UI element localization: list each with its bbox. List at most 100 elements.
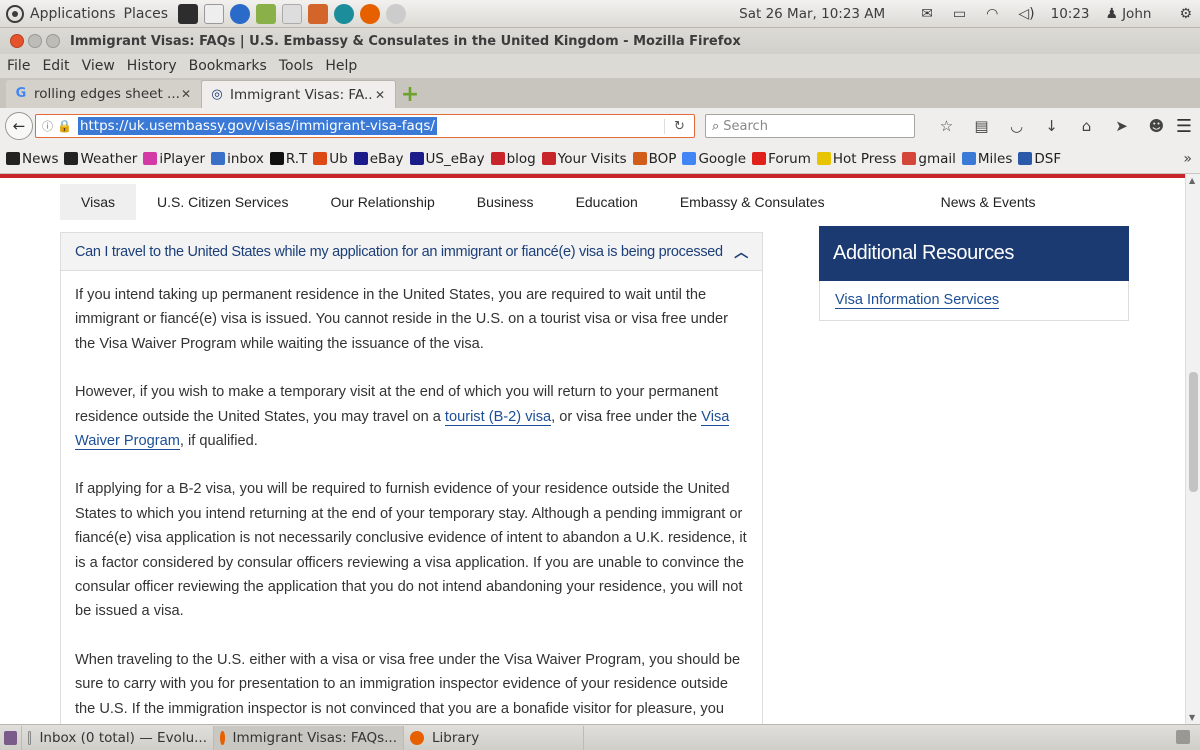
mi-icon[interactable]: [282, 3, 303, 24]
home-icon[interactable]: ⌂: [1069, 117, 1104, 135]
tab-rolling-edges[interactable]: G rolling edges sheet ... ✕: [6, 80, 201, 108]
bookmark-dsf[interactable]: DSF: [1018, 151, 1061, 167]
bop-icon: [632, 152, 647, 165]
send-icon[interactable]: ➤: [1104, 117, 1139, 135]
google-icon: [682, 152, 697, 165]
mail-icon[interactable]: [386, 3, 407, 24]
bottom-taskbar: Inbox (0 total) — Evolu... Immigrant Vis…: [0, 724, 1200, 750]
date-clock[interactable]: Sat 26 Mar, 10:23 AM: [739, 6, 885, 22]
menu-edit[interactable]: Edit: [42, 58, 74, 74]
bookmark-weather[interactable]: Weather: [64, 151, 137, 167]
trash-icon[interactable]: [1176, 730, 1190, 744]
new-tab-plus-icon[interactable]: +: [396, 80, 424, 108]
site-nav-visas[interactable]: Visas: [60, 184, 136, 220]
reload-icon[interactable]: ↻: [664, 118, 694, 134]
bookmark-gmail[interactable]: gmail: [902, 151, 956, 167]
bookmark-blog[interactable]: blog: [490, 151, 536, 167]
visa-information-services-link[interactable]: Visa Information Services: [835, 292, 1000, 309]
volume-icon[interactable]: ◁): [1018, 6, 1034, 22]
scroll-up-arrow-icon[interactable]: ▲: [1189, 176, 1195, 185]
time-clock[interactable]: 10:23: [1051, 6, 1090, 22]
bookmark-us-ebay[interactable]: US_eBay: [409, 151, 485, 167]
bookmark-ebay[interactable]: eBay: [353, 151, 404, 167]
folder-icon[interactable]: [308, 3, 329, 24]
url-bar[interactable]: ⓘ 🔒 https://uk.usembassy.gov/visas/immig…: [35, 114, 695, 138]
site-nav-business[interactable]: Business: [456, 184, 555, 220]
faq-paragraph-2: However, if you wish to make a temporary…: [75, 380, 748, 453]
hamburger-menu-icon[interactable]: ☰: [1176, 116, 1192, 137]
applications-menu[interactable]: Applications: [30, 6, 116, 22]
bookmark-r-t[interactable]: R.T: [269, 151, 307, 167]
taskbar-item-library[interactable]: Library: [404, 725, 584, 750]
taskbar-item-firefox[interactable]: Immigrant Visas: FAQs...: [214, 725, 404, 750]
bookmark-label: Ub: [329, 150, 348, 167]
menu-bookmarks[interactable]: Bookmarks: [189, 58, 272, 74]
menu-tools[interactable]: Tools: [279, 58, 319, 74]
bookmark-news[interactable]: News: [6, 151, 58, 167]
mail-indicator-icon[interactable]: ✉: [921, 6, 933, 22]
window-close-icon[interactable]: [10, 34, 24, 48]
bookmark-forum[interactable]: Forum: [752, 151, 811, 167]
taskbar-item-inbox[interactable]: Inbox (0 total) — Evolu...: [22, 725, 214, 750]
faq-accordion-panel: Can I travel to the United States while …: [60, 232, 763, 724]
ubuntu-logo-icon[interactable]: [6, 4, 24, 23]
bookmark-your-visits[interactable]: Your Visits: [541, 151, 627, 167]
bookmark-label: Miles: [977, 150, 1013, 167]
back-arrow-icon[interactable]: ←: [5, 112, 33, 140]
bookmark-ub[interactable]: Ub: [313, 150, 348, 167]
taskbar-label: Library: [432, 729, 480, 746]
tool-icon[interactable]: [256, 3, 277, 24]
menu-file[interactable]: File: [7, 58, 35, 74]
firefox-icon[interactable]: [360, 3, 381, 24]
scrollbar-thumb[interactable]: [1189, 372, 1198, 492]
search-input[interactable]: ⌕ Search: [705, 114, 915, 138]
menu-help[interactable]: Help: [325, 58, 362, 74]
bookmarks-overflow-chevron-icon[interactable]: »: [1183, 151, 1192, 167]
gmail-icon: [902, 152, 917, 165]
user-name[interactable]: John: [1122, 6, 1151, 22]
show-desktop-button[interactable]: [0, 725, 22, 750]
power-gear-icon[interactable]: ⚙: [1179, 6, 1192, 22]
faq-question-header[interactable]: Can I travel to the United States while …: [61, 233, 762, 271]
bookmark-iplayer[interactable]: iPlayer: [143, 151, 205, 167]
arduino-icon[interactable]: [334, 3, 355, 24]
bookmark-inbox[interactable]: inbox: [211, 151, 264, 167]
globe-icon[interactable]: [230, 3, 251, 24]
battery-icon[interactable]: ▭: [953, 6, 966, 22]
site-nav-news-events[interactable]: News & Events: [920, 184, 1057, 220]
scroll-down-arrow-icon[interactable]: ▼: [1189, 713, 1195, 722]
url-text[interactable]: https://uk.usembassy.gov/visas/immigrant…: [77, 117, 437, 135]
site-nav-citizen-services[interactable]: U.S. Citizen Services: [136, 184, 309, 220]
faq-text: , if qualified.: [179, 433, 258, 450]
bookmark-hot-press[interactable]: Hot Press: [816, 151, 896, 167]
terminal-icon[interactable]: [178, 3, 199, 24]
site-info-icon[interactable]: ⓘ: [42, 118, 53, 134]
site-nav-embassy-consulates[interactable]: Embassy & Consulates: [659, 184, 846, 220]
reading-list-icon[interactable]: ▤: [964, 117, 999, 135]
page-scrollbar[interactable]: ▲ ▼: [1185, 174, 1200, 724]
bookmark-google[interactable]: Google: [682, 151, 746, 167]
pca-icon: [752, 152, 767, 165]
menu-history[interactable]: History: [127, 58, 182, 74]
bookmark-miles[interactable]: Miles: [961, 150, 1013, 167]
top-panel: Applications Places Sat 26 Mar, 10:23 AM…: [0, 0, 1200, 28]
tourist-visa-link[interactable]: tourist (B-2) visa: [444, 408, 552, 426]
pocket-icon[interactable]: ◡: [999, 117, 1034, 135]
text-editor-icon[interactable]: [204, 3, 225, 24]
chevron-up-icon[interactable]: ︿: [734, 242, 748, 262]
window-minimize-icon[interactable]: [28, 34, 42, 48]
downloads-icon[interactable]: ↓: [1034, 117, 1069, 135]
site-nav-our-relationship[interactable]: Our Relationship: [309, 184, 455, 220]
wifi-icon[interactable]: ◠: [986, 6, 998, 22]
tab-close-icon[interactable]: ✕: [179, 87, 193, 101]
tab-immigrant-visas[interactable]: ◎ Immigrant Visas: FA... ✕: [201, 80, 396, 108]
menu-view[interactable]: View: [82, 58, 120, 74]
ubuntu-icon: [313, 152, 328, 165]
tab-close-icon[interactable]: ✕: [373, 88, 387, 102]
places-menu[interactable]: Places: [124, 6, 169, 22]
bookmark-bop[interactable]: BOP: [632, 151, 676, 167]
chat-icon[interactable]: ☻: [1139, 117, 1174, 135]
site-nav-education[interactable]: Education: [555, 184, 659, 220]
bookmark-star-icon[interactable]: ☆: [929, 117, 964, 135]
window-maximize-icon[interactable]: [46, 34, 60, 48]
